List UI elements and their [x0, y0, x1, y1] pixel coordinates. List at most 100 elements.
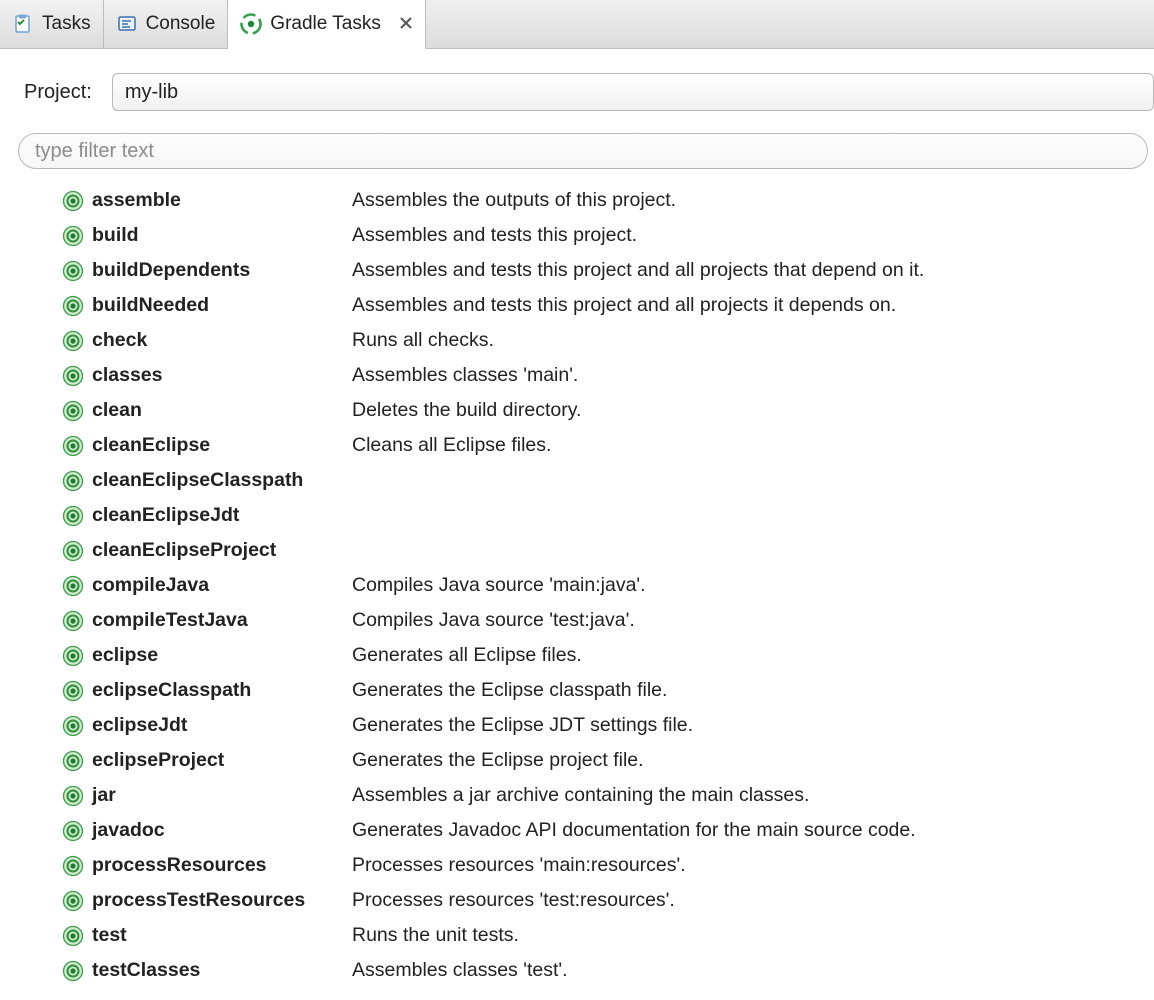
- task-name: cleanEclipseProject: [92, 539, 276, 562]
- task-description: Runs the unit tests.: [352, 924, 519, 947]
- task-name: buildDependents: [92, 259, 250, 282]
- task-row[interactable]: jarAssembles a jar archive containing th…: [62, 778, 1154, 813]
- task-bullet-icon: [62, 750, 84, 772]
- project-value: my-lib: [125, 81, 178, 104]
- task-name-cell: assemble: [62, 189, 352, 212]
- task-row[interactable]: eclipseClasspath Generates the Eclipse cl…: [62, 673, 1154, 708]
- task-description: Cleans all Eclipse files.: [352, 434, 551, 457]
- task-row[interactable]: eclipseGenerates all Eclipse files.: [62, 638, 1154, 673]
- task-bullet-icon: [62, 715, 84, 737]
- task-name: assemble: [92, 189, 181, 212]
- task-row[interactable]: buildNeededAssembles and tests this proj…: [62, 288, 1154, 323]
- task-row[interactable]: cleanEclipseClasspath: [62, 463, 1154, 498]
- task-description: Assembles and tests this project and all…: [352, 259, 924, 282]
- task-bullet-icon: [62, 435, 84, 457]
- task-name-cell: compileTestJava: [62, 609, 352, 632]
- task-bullet-icon: [62, 330, 84, 352]
- task-bullet-icon: [62, 645, 84, 667]
- task-description: Generates Javadoc API documentation for …: [352, 819, 916, 842]
- task-list: assemble Assembles the outputs of this pr…: [62, 183, 1154, 988]
- task-description: Assembles a jar archive containing the m…: [352, 784, 809, 807]
- task-description: Runs all checks.: [352, 329, 494, 352]
- close-icon[interactable]: [399, 14, 413, 35]
- task-name-cell: javadoc: [62, 819, 352, 842]
- task-row[interactable]: cleanEclipseProject: [62, 533, 1154, 568]
- task-description: Processes resources 'main:resources'.: [352, 854, 686, 877]
- task-description: Generates the Eclipse classpath file.: [352, 679, 667, 702]
- task-bullet-icon: [62, 470, 84, 492]
- task-row[interactable]: cleanEclipseJdt: [62, 498, 1154, 533]
- task-row[interactable]: eclipseJdtGenerates the Eclipse JDT sett…: [62, 708, 1154, 743]
- task-bullet-icon: [62, 785, 84, 807]
- project-label: Project:: [24, 81, 92, 104]
- task-bullet-icon: [62, 540, 84, 562]
- project-select[interactable]: my-lib: [112, 73, 1154, 111]
- task-description: Deletes the build directory.: [352, 399, 581, 422]
- task-row[interactable]: processResources Processes resources 'mai…: [62, 848, 1154, 883]
- task-description: Compiles Java source 'test:java'.: [352, 609, 635, 632]
- gradle-icon: [240, 13, 262, 35]
- task-description: Processes resources 'test:resources'.: [352, 889, 675, 912]
- task-name-cell: jar: [62, 784, 352, 807]
- tab-filler: [426, 0, 1154, 48]
- tasks-icon: [12, 13, 34, 35]
- task-row[interactable]: compileTestJava Compiles Java source 'tes…: [62, 603, 1154, 638]
- task-name: cleanEclipseJdt: [92, 504, 239, 527]
- task-name: processResources: [92, 854, 267, 877]
- task-row[interactable]: compileJavaCompiles Java source 'main:ja…: [62, 568, 1154, 603]
- task-row[interactable]: cleanEclipse Cleans all Eclipse files.: [62, 428, 1154, 463]
- task-bullet-icon: [62, 610, 84, 632]
- task-description: Compiles Java source 'main:java'.: [352, 574, 646, 597]
- task-bullet-icon: [62, 365, 84, 387]
- task-description: Assembles and tests this project and all…: [352, 294, 896, 317]
- task-row[interactable]: buildDependents Assembles and tests this …: [62, 253, 1154, 288]
- task-name: cleanEclipseClasspath: [92, 469, 303, 492]
- task-bullet-icon: [62, 400, 84, 422]
- task-bullet-icon: [62, 575, 84, 597]
- task-name-cell: eclipseJdt: [62, 714, 352, 737]
- task-description: Assembles the outputs of this project.: [352, 189, 676, 212]
- task-description: Assembles and tests this project.: [352, 224, 637, 247]
- filter-input[interactable]: [18, 133, 1148, 169]
- task-name: check: [92, 329, 147, 352]
- task-row[interactable]: build Assembles and tests this project.: [62, 218, 1154, 253]
- tab-label: Console: [146, 13, 216, 35]
- task-bullet-icon: [62, 505, 84, 527]
- task-row[interactable]: check Runs all checks.: [62, 323, 1154, 358]
- task-row[interactable]: assemble Assembles the outputs of this pr…: [62, 183, 1154, 218]
- task-name: eclipseClasspath: [92, 679, 251, 702]
- task-name-cell: cleanEclipseJdt: [62, 504, 352, 527]
- task-name-cell: cleanEclipseProject: [62, 539, 352, 562]
- tab-label: Tasks: [42, 13, 91, 35]
- task-row[interactable]: eclipseProject Generates the Eclipse proj…: [62, 743, 1154, 778]
- task-bullet-icon: [62, 295, 84, 317]
- tab-gradle-tasks[interactable]: Gradle Tasks: [228, 0, 426, 49]
- project-row: Project: my-lib: [24, 73, 1154, 111]
- task-name-cell: testClasses: [62, 959, 352, 982]
- task-row[interactable]: testClassesAssembles classes 'test'.: [62, 953, 1154, 988]
- task-row[interactable]: classesAssembles classes 'main'.: [62, 358, 1154, 393]
- task-name: eclipseProject: [92, 749, 224, 772]
- task-name-cell: eclipse: [62, 644, 352, 667]
- task-name: processTestResources: [92, 889, 305, 912]
- tab-bar: Tasks Console Gradle Tasks: [0, 0, 1154, 49]
- task-name: compileTestJava: [92, 609, 248, 632]
- task-description: Generates the Eclipse project file.: [352, 749, 644, 772]
- tab-label: Gradle Tasks: [270, 13, 381, 35]
- task-bullet-icon: [62, 190, 84, 212]
- task-row[interactable]: test Runs the unit tests.: [62, 918, 1154, 953]
- task-name: test: [92, 924, 127, 947]
- task-row[interactable]: cleanDeletes the build directory.: [62, 393, 1154, 428]
- tab-console[interactable]: Console: [104, 0, 229, 48]
- task-name-cell: cleanEclipse: [62, 434, 352, 457]
- task-bullet-icon: [62, 890, 84, 912]
- tab-tasks[interactable]: Tasks: [0, 0, 104, 48]
- task-name-cell: compileJava: [62, 574, 352, 597]
- task-row[interactable]: processTestResources Processes resources …: [62, 883, 1154, 918]
- task-name: build: [92, 224, 139, 247]
- task-name: cleanEclipse: [92, 434, 210, 457]
- task-name-cell: buildNeeded: [62, 294, 352, 317]
- task-name-cell: classes: [62, 364, 352, 387]
- task-bullet-icon: [62, 260, 84, 282]
- task-row[interactable]: javadocGenerates Javadoc API documentati…: [62, 813, 1154, 848]
